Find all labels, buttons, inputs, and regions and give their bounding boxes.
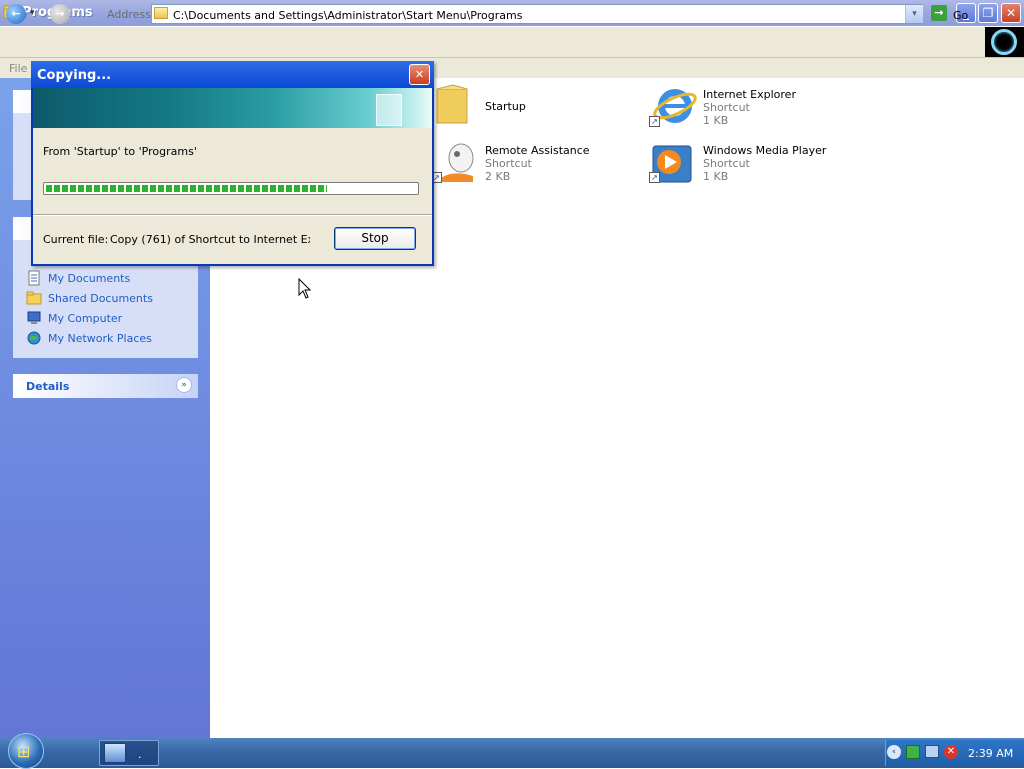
windows-flag-icon[interactable]: ⊞: [17, 742, 30, 761]
file-size: 1 KB: [703, 114, 729, 127]
file-name[interactable]: Internet Explorer: [703, 88, 796, 101]
explorer-window-icon[interactable]: [104, 743, 126, 763]
display-tray-icon[interactable]: [925, 745, 939, 758]
file-item-startup[interactable]: Startup: [433, 83, 633, 131]
place-label[interactable]: Shared Documents: [48, 292, 153, 305]
place-label[interactable]: My Computer: [48, 312, 122, 325]
place-my-computer[interactable]: My Computer: [26, 310, 196, 326]
dialog-title: Copying...: [37, 68, 112, 83]
stop-button[interactable]: Stop: [334, 227, 416, 250]
document-icon: [376, 94, 402, 126]
current-file-label: Current file:: [43, 233, 109, 246]
file-type: Shortcut: [703, 157, 750, 170]
mouse-cursor-icon: [298, 278, 312, 299]
forward-button[interactable]: →: [50, 4, 70, 24]
file-name[interactable]: Startup: [485, 100, 526, 113]
folder-icon: [26, 291, 42, 305]
go-label[interactable]: Go: [953, 9, 968, 22]
network-tray-icon[interactable]: [906, 745, 920, 759]
address-dropdown-button[interactable]: ▾: [905, 5, 923, 23]
clock[interactable]: 2:39 AM: [968, 747, 1013, 760]
copy-from-text: From 'Startup' to 'Programs': [43, 145, 197, 158]
place-my-network-places[interactable]: My Network Places: [26, 330, 196, 346]
details-title[interactable]: Details: [26, 380, 69, 393]
file-size: 2 KB: [485, 170, 511, 183]
file-name[interactable]: Remote Assistance: [485, 144, 590, 157]
current-file-value: Copy (761) of Shortcut to Internet Explo…: [110, 233, 310, 246]
dialog-close-button[interactable]: ✕: [409, 64, 430, 85]
taskbar-window-label[interactable]: .: [138, 748, 142, 761]
file-type: Shortcut: [485, 157, 532, 170]
back-button[interactable]: ←: [6, 4, 26, 24]
place-my-documents[interactable]: My Documents: [26, 270, 196, 286]
tray-expand-icon[interactable]: ‹: [887, 745, 901, 759]
copy-animation-banner: [33, 88, 432, 128]
file-size: 1 KB: [703, 170, 729, 183]
place-shared-documents[interactable]: Shared Documents: [26, 290, 196, 306]
file-type: Shortcut: [703, 101, 750, 114]
restore-button[interactable]: ❐: [978, 3, 998, 23]
place-label[interactable]: My Network Places: [48, 332, 152, 345]
place-label[interactable]: My Documents: [48, 272, 130, 285]
chevron-down-icon[interactable]: »: [176, 377, 192, 393]
address-label: Address: [107, 8, 151, 21]
dialog-separator: [33, 214, 432, 216]
shortcut-arrow-icon: ↗: [649, 172, 660, 183]
network-places-icon: [27, 331, 41, 345]
go-arrow-icon[interactable]: →: [931, 5, 947, 21]
close-button[interactable]: ✕: [1001, 3, 1021, 23]
address-toolbar: [0, 27, 1024, 58]
windows-throbber-icon: [991, 29, 1017, 55]
back-dropdown-icon[interactable]: ▾: [30, 8, 35, 18]
folder-icon: [436, 84, 468, 124]
folder-icon: [154, 7, 168, 19]
my-documents-icon: [28, 270, 40, 286]
shortcut-arrow-icon: ↗: [649, 116, 660, 127]
file-item-remote-assistance[interactable]: ↗ Remote Assistance Shortcut 2 KB: [431, 142, 633, 190]
file-name[interactable]: Windows Media Player: [703, 144, 826, 157]
progress-bar-fill: [46, 185, 327, 192]
file-item-windows-media-player[interactable]: ↗ Windows Media Player Shortcut 1 KB: [649, 142, 851, 190]
menu-file[interactable]: File: [9, 62, 27, 75]
address-value[interactable]: C:\Documents and Settings\Administrator\…: [173, 9, 522, 22]
my-computer-icon: [27, 311, 41, 324]
forward-dropdown-icon[interactable]: ▾: [74, 8, 79, 18]
file-item-internet-explorer[interactable]: ↗ Internet Explorer Shortcut 1 KB: [649, 86, 851, 134]
alert-tray-icon[interactable]: ✕: [944, 745, 958, 759]
